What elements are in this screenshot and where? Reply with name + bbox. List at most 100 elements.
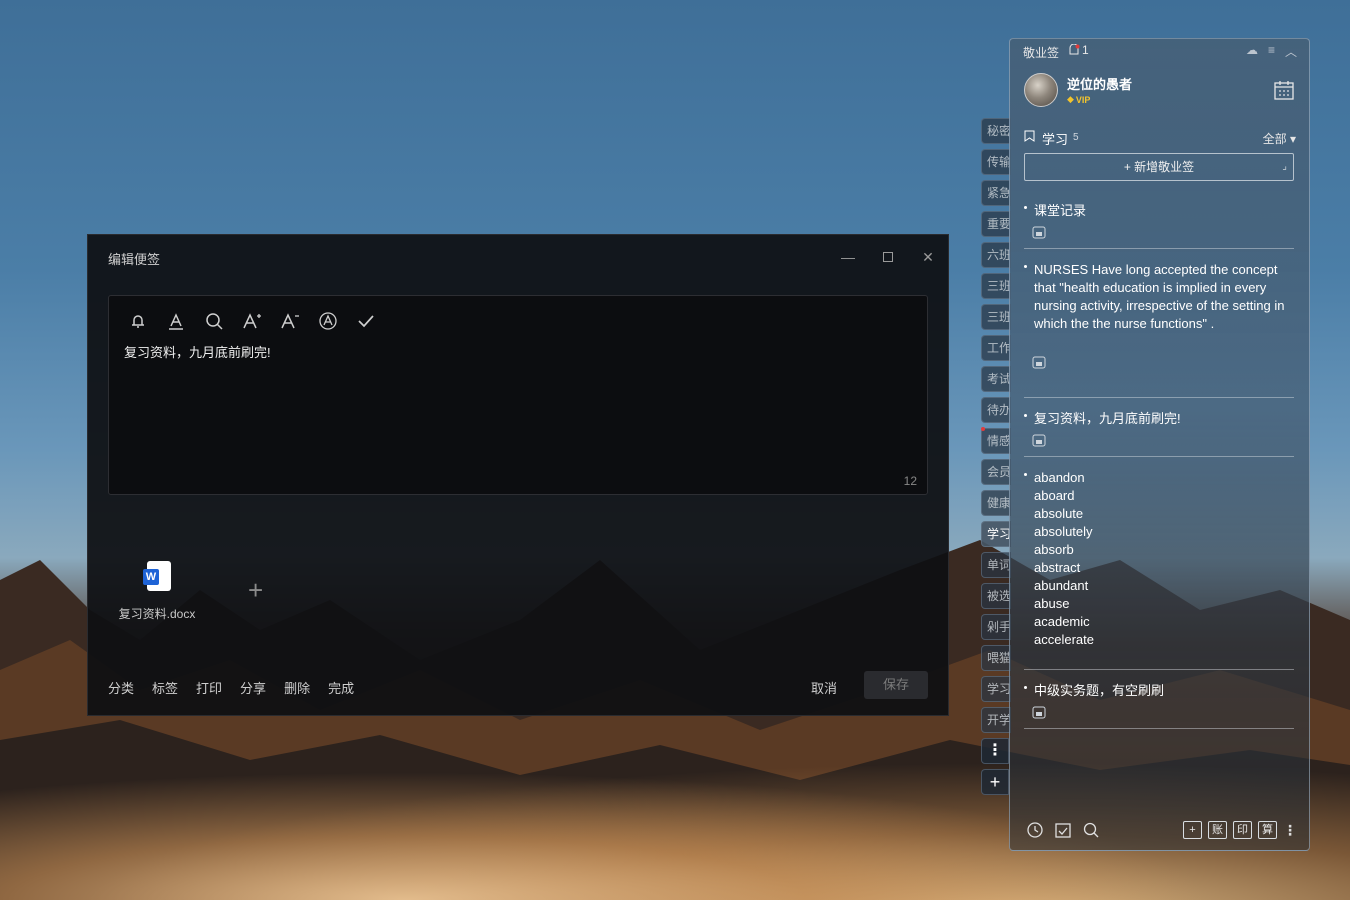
editor-toolbar: [127, 310, 377, 332]
note-item[interactable]: NURSES Have long accepted the concept th…: [1024, 261, 1294, 374]
char-count: 12: [903, 474, 917, 488]
collapse-icon[interactable]: ︿: [1285, 43, 1297, 60]
word-line: accelerate: [1034, 632, 1094, 647]
notification-count: 1: [1082, 43, 1089, 57]
notification-icon: [1069, 44, 1080, 55]
add-attachment-button[interactable]: +: [248, 575, 263, 606]
more-options-icon[interactable]: ⋮: [1283, 822, 1297, 839]
side-tab[interactable]: 单词: [981, 552, 1011, 578]
side-tab[interactable]: 传输: [981, 149, 1011, 175]
lock-icon: [1032, 706, 1046, 719]
note-divider: [1024, 456, 1294, 457]
note-edit-area[interactable]: 复习资料，九月底前刷完! 12: [108, 295, 928, 495]
search-icon[interactable]: [1082, 821, 1100, 839]
word-line: abandon: [1034, 470, 1085, 485]
notes-panel: 敬业签 1 ☁ ≡ ︿ 逆位的愚者 ◆ VIP 学习 5 全部 ▾ + 新增敬业…: [1009, 38, 1310, 851]
footer-right-tools: + 账 印 算 ⋮: [1183, 821, 1297, 839]
menu-icon[interactable]: ≡: [1268, 43, 1275, 60]
note-item[interactable]: abandon aboard absolute absolutely absor…: [1024, 469, 1294, 649]
close-button[interactable]: ✕: [918, 247, 938, 267]
side-tab[interactable]: 紧急: [981, 180, 1011, 206]
delete-action[interactable]: 删除: [284, 678, 310, 697]
search-icon[interactable]: [203, 310, 225, 332]
lock-icon: [1032, 226, 1046, 239]
side-tab[interactable]: 重要: [981, 211, 1011, 237]
category-header: 学习 5 全部 ▾: [1024, 128, 1296, 147]
check-icon[interactable]: [355, 310, 377, 332]
side-tab[interactable]: 情感: [981, 428, 1011, 454]
clock-icon[interactable]: [1026, 821, 1044, 839]
side-tab[interactable]: 学习: [981, 676, 1011, 702]
share-action[interactable]: 分享: [240, 678, 266, 697]
panel-header: 敬业签 1 ☁ ≡ ︿: [1010, 39, 1309, 63]
side-tab[interactable]: 待办: [981, 397, 1011, 423]
footer-left-tools: [1026, 821, 1100, 839]
editor-actions: 分类 标签 打印 分享 删除 完成: [108, 678, 354, 697]
notification-button[interactable]: 1: [1068, 43, 1089, 57]
side-tab[interactable]: 工作: [981, 335, 1011, 361]
note-divider: [1024, 248, 1294, 249]
side-tab[interactable]: 秘密: [981, 118, 1011, 144]
word-line: absorb: [1034, 542, 1074, 557]
calculator-button[interactable]: 算: [1258, 821, 1277, 839]
font-increase-icon[interactable]: [241, 310, 263, 332]
side-tab[interactable]: 考试: [981, 366, 1011, 392]
attachment-name: 复习资料.docx: [118, 607, 196, 621]
avatar[interactable]: [1024, 73, 1058, 107]
word-line: absolutely: [1034, 524, 1093, 539]
cancel-button[interactable]: 取消: [811, 678, 837, 697]
note-item[interactable]: 复习资料，九月底前刷完!: [1024, 410, 1294, 452]
side-tab[interactable]: 三班: [981, 273, 1011, 299]
note-text: 中级实务题，有空刷刷: [1034, 683, 1165, 698]
add-box-button[interactable]: +: [1183, 821, 1202, 839]
side-tab[interactable]: 健康: [981, 490, 1011, 516]
complete-action[interactable]: 完成: [328, 678, 354, 697]
edit-note-window: 编辑便签 — ✕ 复习资料，九月底前刷完! 12 W 复习资料.docx + 分…: [87, 234, 949, 716]
minimize-button[interactable]: —: [838, 247, 858, 267]
tag-action[interactable]: 标签: [152, 678, 178, 697]
new-note-button[interactable]: + 新增敬业签 ⌟: [1024, 153, 1294, 181]
text-style-icon[interactable]: [317, 310, 339, 332]
cloud-sync-icon[interactable]: ☁: [1246, 43, 1258, 60]
lock-icon: [1032, 434, 1046, 447]
filter-dropdown[interactable]: 全部 ▾: [1263, 130, 1296, 147]
note-item[interactable]: 中级实务题，有空刷刷: [1024, 682, 1294, 724]
add-category-button[interactable]: +: [981, 769, 1009, 795]
font-decrease-icon[interactable]: [279, 310, 301, 332]
note-divider: [1024, 728, 1294, 729]
unread-dot: [981, 427, 985, 431]
note-divider: [1024, 397, 1294, 398]
attachment-item[interactable]: W 复习资料.docx: [116, 561, 198, 622]
font-color-icon[interactable]: [165, 310, 187, 332]
note-item[interactable]: 课堂记录: [1024, 202, 1294, 244]
note-text: abandon aboard absolute absolutely absor…: [1034, 469, 1294, 649]
more-categories-button[interactable]: ⋮: [981, 738, 1009, 764]
side-tab[interactable]: 开学: [981, 707, 1011, 733]
resize-corner-icon: ⌟: [1282, 161, 1287, 172]
diamond-icon: ◆: [1067, 94, 1074, 104]
todo-check-icon[interactable]: [1054, 821, 1072, 839]
category-name: 学习: [1042, 132, 1069, 147]
side-tab[interactable]: 剁手: [981, 614, 1011, 640]
bell-icon[interactable]: [127, 310, 149, 332]
side-tab[interactable]: 六班: [981, 242, 1011, 268]
word-line: aboard: [1034, 488, 1075, 503]
print-action[interactable]: 打印: [196, 678, 222, 697]
account-book-button[interactable]: 账: [1208, 821, 1227, 839]
lock-icon: [1032, 356, 1046, 369]
note-content[interactable]: 复习资料，九月底前刷完!: [124, 342, 271, 361]
side-tab[interactable]: 三班: [981, 304, 1011, 330]
side-tab[interactable]: 喂猫: [981, 645, 1011, 671]
save-button[interactable]: 保存: [864, 671, 928, 699]
panel-header-icons: ☁ ≡ ︿: [1246, 43, 1297, 60]
vip-badge: ◆ VIP: [1067, 94, 1091, 105]
calendar-icon[interactable]: [1273, 79, 1295, 101]
side-tab-active[interactable]: 学习: [981, 521, 1011, 547]
maximize-button[interactable]: [878, 247, 898, 267]
username[interactable]: 逆位的愚者: [1067, 74, 1132, 93]
side-tab[interactable]: 会员: [981, 459, 1011, 485]
editor-titlebar[interactable]: 编辑便签 — ✕: [88, 235, 948, 279]
category-action[interactable]: 分类: [108, 678, 134, 697]
side-tab[interactable]: 被选: [981, 583, 1011, 609]
print-button[interactable]: 印: [1233, 821, 1252, 839]
